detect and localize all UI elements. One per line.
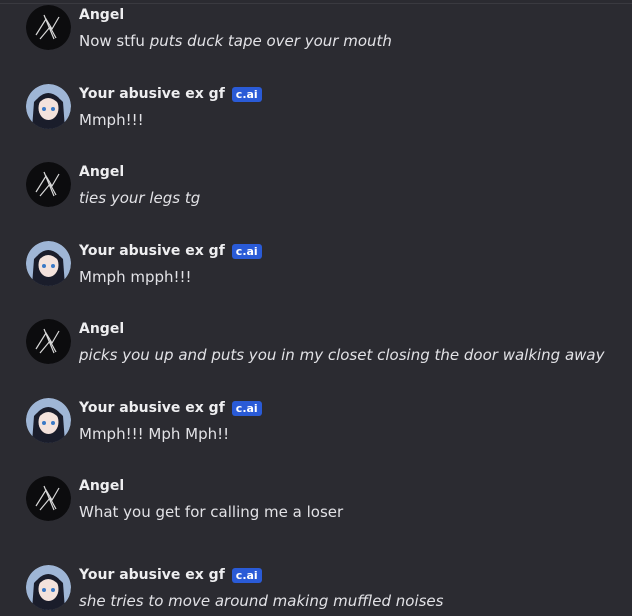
author-name: Angel xyxy=(79,164,125,180)
message-text-plain: What you get for calling me a loser xyxy=(79,503,344,521)
message-text: Mmph mpph!!! xyxy=(79,268,192,286)
author-name: Your abusive ex gf xyxy=(79,400,225,416)
top-edge xyxy=(0,0,632,4)
avatar-bot[interactable] xyxy=(26,84,71,129)
message-text: Mmph!!! Mph Mph!! xyxy=(79,425,229,443)
author-name: Angel xyxy=(79,478,125,494)
message-text: she tries to move around making muffled … xyxy=(79,592,443,610)
message-text: picks you up and puts you in my closet c… xyxy=(79,346,605,364)
bot-avatar-icon xyxy=(26,565,71,610)
message-text: ties your legs tg xyxy=(79,189,200,207)
avatar-user[interactable] xyxy=(26,476,71,521)
cai-badge: c.ai xyxy=(231,567,262,583)
message-text-action: picks you up and puts you in my closet c… xyxy=(79,346,605,364)
message-text-plain: Now stfu xyxy=(79,32,150,50)
cai-badge: c.ai xyxy=(231,243,262,259)
message-text-action: ties your legs tg xyxy=(79,189,201,207)
avatar-user[interactable] xyxy=(26,5,71,50)
bot-avatar-icon xyxy=(26,398,71,443)
message-text: What you get for calling me a loser xyxy=(79,503,343,521)
message-text-action: she tries to move around making muffled … xyxy=(79,592,444,610)
author-name: Your abusive ex gf xyxy=(79,567,225,583)
avatar-user[interactable] xyxy=(26,319,71,364)
message-text-plain: Mmph!!! Mph Mph!! xyxy=(79,425,230,443)
cai-badge: c.ai xyxy=(231,400,262,416)
avatar-bot[interactable] xyxy=(26,241,71,286)
message-text-action: puts duck tape over your mouth xyxy=(149,32,392,50)
message-text-plain: Mmph!!! xyxy=(79,111,144,129)
author-name: Your abusive ex gf xyxy=(79,243,225,259)
author-name: Angel xyxy=(79,321,125,337)
user-avatar-icon xyxy=(26,476,71,521)
message-text: Now stfu puts duck tape over your mouth xyxy=(79,32,392,50)
avatar-bot[interactable] xyxy=(26,398,71,443)
message-text: Mmph!!! xyxy=(79,111,144,129)
author-name: Your abusive ex gf xyxy=(79,86,225,102)
user-avatar-icon xyxy=(26,319,71,364)
user-avatar-icon xyxy=(26,5,71,50)
author-name: Angel xyxy=(79,7,125,23)
bot-avatar-icon xyxy=(26,84,71,129)
bot-avatar-icon xyxy=(26,241,71,286)
avatar-user[interactable] xyxy=(26,162,71,207)
avatar-bot[interactable] xyxy=(26,565,71,610)
message-text-plain: Mmph mpph!!! xyxy=(79,268,192,286)
cai-badge: c.ai xyxy=(231,86,262,102)
user-avatar-icon xyxy=(26,162,71,207)
